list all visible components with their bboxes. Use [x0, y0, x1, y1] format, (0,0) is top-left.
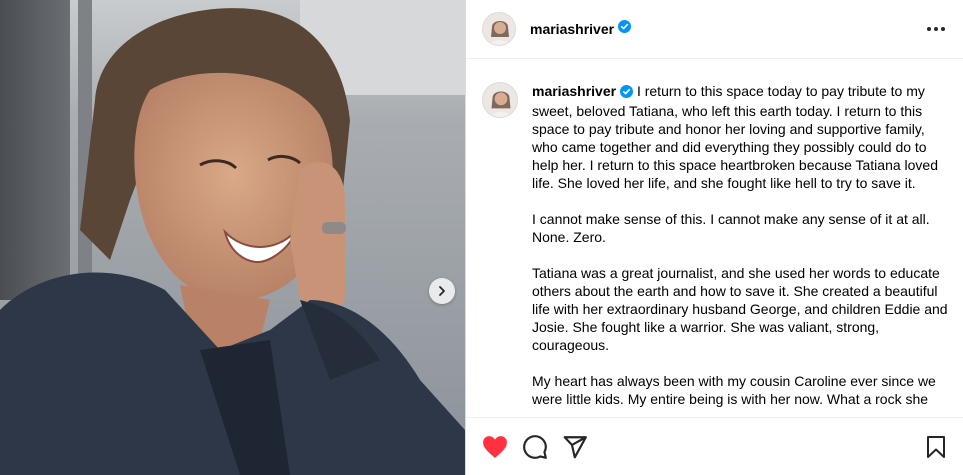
- verified-badge-icon: [618, 20, 632, 38]
- profile-photo: [483, 13, 515, 45]
- action-bar: [466, 417, 963, 475]
- post-sidebar: mariashriver mariashriver I return to th…: [465, 0, 963, 475]
- bookmark-icon[interactable]: [923, 434, 949, 460]
- caption-text: mariashriver I return to this space toda…: [532, 82, 949, 417]
- comment-icon[interactable]: [522, 434, 548, 460]
- caption-paragraph-4: My heart has always been with my cousin …: [532, 373, 936, 407]
- caption-paragraph: mariashriver I return to this space toda…: [532, 82, 949, 192]
- portrait-image: [0, 0, 465, 475]
- header-username[interactable]: mariashriver: [530, 21, 614, 37]
- caption-paragraph-2: I cannot make sense of this. I cannot ma…: [532, 211, 930, 245]
- caption-username[interactable]: mariashriver: [532, 83, 616, 99]
- verified-badge-icon: [620, 84, 634, 102]
- chevron-right-icon: [439, 286, 445, 296]
- next-photo-button[interactable]: [429, 278, 455, 304]
- more-options-icon[interactable]: [923, 23, 949, 35]
- avatar[interactable]: [482, 12, 516, 46]
- caption-area: mariashriver I return to this space toda…: [466, 60, 963, 417]
- caption-paragraph-1: I return to this space today to pay trib…: [532, 83, 939, 191]
- caption-avatar[interactable]: [482, 82, 518, 118]
- caption-paragraph-3: Tatiana was a great journalist, and she …: [532, 265, 948, 353]
- post-photo[interactable]: [0, 0, 465, 475]
- profile-photo: [483, 83, 517, 117]
- heart-icon[interactable]: [482, 434, 508, 460]
- post-header: mariashriver: [466, 0, 963, 59]
- share-icon[interactable]: [562, 434, 588, 460]
